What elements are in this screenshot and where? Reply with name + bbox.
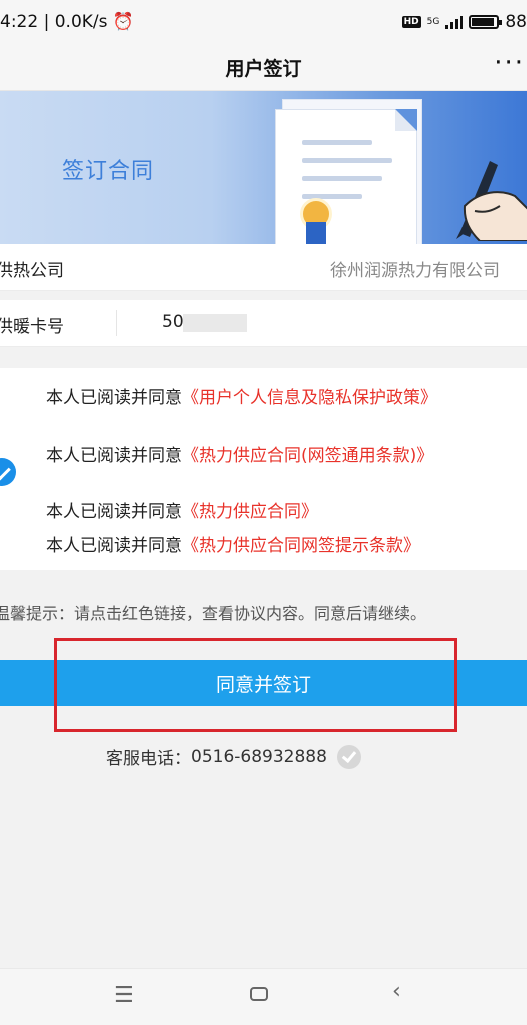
agreement-prefix: 本人已阅读并同意 xyxy=(46,536,182,556)
service-label: 客服电话： xyxy=(106,749,191,769)
network-type: 5G xyxy=(426,17,440,27)
signal-icon xyxy=(445,15,464,29)
banner-title: 签订合同 xyxy=(62,159,155,184)
home-icon[interactable] xyxy=(250,987,268,1001)
hd-badge: HD xyxy=(401,16,421,28)
menu-icon[interactable]: ☰ xyxy=(114,983,134,1008)
customer-service: 客服电话： 0516-68932888 xyxy=(106,744,361,769)
heating-card-number[interactable]: 50 xyxy=(162,312,184,332)
agree-and-sign-button[interactable]: 同意并签订 xyxy=(0,660,527,706)
contract-banner: 签订合同 xyxy=(0,91,527,244)
heating-company-label: 供热公司 xyxy=(0,261,64,281)
agreement-item: 本人已阅读并同意《热力供应合同(网签通用条款)》 xyxy=(46,443,516,469)
agreement-prefix: 本人已阅读并同意 xyxy=(46,446,182,466)
general-terms-link[interactable]: 《热力供应合同(网签通用条款)》 xyxy=(182,446,433,466)
agreement-item: 本人已阅读并同意《热力供应合同网签提示条款》 xyxy=(46,533,516,559)
agreement-prefix: 本人已阅读并同意 xyxy=(46,502,182,522)
page-title: 用户签订 xyxy=(225,58,302,80)
agreement-prefix: 本人已阅读并同意 xyxy=(46,388,182,408)
nav-bar: ‹ 用户签订 ··· xyxy=(0,44,527,91)
field-divider xyxy=(116,310,117,336)
status-time: 4:22 xyxy=(0,12,39,32)
notice-terms-link[interactable]: 《热力供应合同网签提示条款》 xyxy=(182,536,420,556)
heating-card-row[interactable]: 供暖卡号 50 xyxy=(0,300,527,347)
heating-company-row: 供热公司 徐州润源热力有限公司 xyxy=(0,244,527,291)
status-right: HD 5G 88 xyxy=(401,12,527,32)
agreement-item: 本人已阅读并同意《热力供应合同》 xyxy=(46,499,516,525)
back-icon[interactable]: ‹ xyxy=(392,979,401,1004)
agreements-section: 本人已阅读并同意《用户个人信息及隐私保护政策》 本人已阅读并同意《热力供应合同(… xyxy=(0,368,527,570)
hand-pen-icon xyxy=(456,161,527,241)
status-bar: 4:22 | 0.0K/s ⏰ HD 5G 88 xyxy=(0,0,527,44)
card-number-mask xyxy=(183,314,247,332)
status-left: 4:22 | 0.0K/s ⏰ xyxy=(0,12,134,32)
warm-tip-text: 温馨提示：请点击红色链接，查看协议内容。同意后请继续。 xyxy=(0,604,427,623)
status-speed: 0.0K/s xyxy=(54,12,108,32)
document-illustration xyxy=(275,109,417,244)
privacy-policy-link[interactable]: 《用户个人信息及隐私保护政策》 xyxy=(182,388,437,408)
heating-company-value: 徐州润源热力有限公司 xyxy=(330,261,500,281)
heating-card-label: 供暖卡号 xyxy=(0,317,64,337)
agreement-item: 本人已阅读并同意《用户个人信息及隐私保护政策》 xyxy=(46,385,516,411)
system-nav-bar: ☰ ‹ xyxy=(0,968,527,1025)
phone-call-icon[interactable] xyxy=(336,744,361,769)
alarm-clock-icon: ⏰ xyxy=(112,12,135,32)
battery-level: 88 xyxy=(505,12,527,32)
agree-checkbox-icon[interactable] xyxy=(0,458,16,486)
more-menu-icon[interactable]: ··· xyxy=(494,48,525,78)
battery-icon xyxy=(469,15,503,29)
supply-contract-link[interactable]: 《热力供应合同》 xyxy=(182,502,318,522)
status-separator: | xyxy=(43,12,50,32)
service-phone[interactable]: 0516-68932888 xyxy=(191,747,327,767)
